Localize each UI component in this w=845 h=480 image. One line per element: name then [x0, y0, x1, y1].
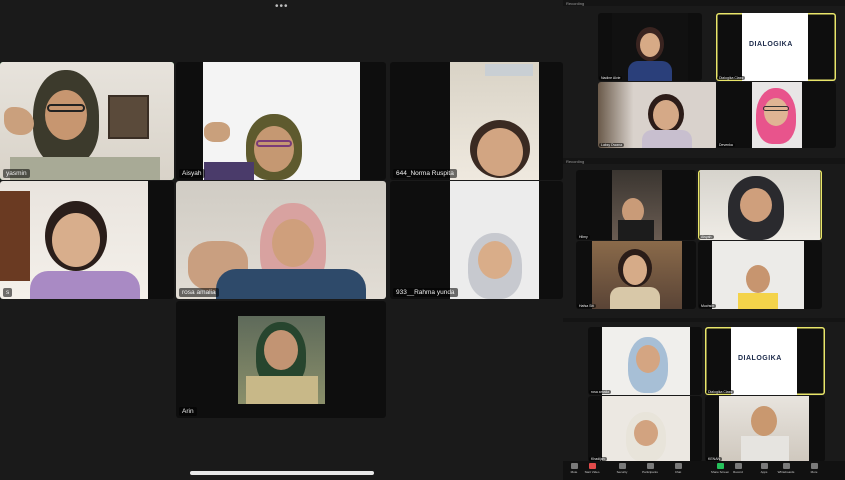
whiteboards-button[interactable]: Whiteboards [775, 463, 797, 474]
participant-tile[interactable]: Khadijah [588, 396, 702, 462]
camera-icon [588, 463, 596, 469]
participant-tile[interactable]: Hilmy [576, 170, 696, 240]
recording-label: Recording [566, 1, 585, 6]
people-icon [646, 463, 654, 469]
chat-icon [674, 463, 682, 469]
participant-name: Dialogika Class [706, 390, 735, 394]
participant-tile[interactable]: Devenka [716, 82, 836, 148]
participant-name: 644_Norma Ruspita [393, 169, 457, 178]
participant-name: s [3, 288, 13, 297]
participant-name: Arin [179, 407, 197, 416]
participant-tile[interactable]: s [0, 181, 174, 299]
participant-tile[interactable]: Aisyah [698, 170, 822, 240]
participant-name: Nadine Alvie [599, 76, 623, 80]
participant-name: Hilmy [577, 235, 590, 239]
participant-tile[interactable]: Hafsa Siti [576, 241, 696, 309]
participant-tile[interactable]: KENAN [705, 396, 825, 462]
participant-tile[interactable]: Laksy Dwana [598, 82, 718, 148]
participant-name: yasmin [3, 169, 30, 178]
share-screen-icon [716, 463, 724, 469]
security-button[interactable]: Security [611, 463, 633, 474]
participant-tile[interactable]: DIALOGIKA Dialogika Class [705, 327, 825, 395]
shield-icon [618, 463, 626, 469]
more-options-icon[interactable]: ••• [275, 1, 289, 12]
participant-tile[interactable]: rosa amalia [588, 327, 702, 395]
participants-button[interactable]: Participants [639, 463, 661, 474]
participant-name: Devenka [717, 143, 735, 147]
participant-tile[interactable]: 644_Norma Ruspita [390, 62, 563, 180]
participant-name: Muchsin [699, 304, 717, 308]
apps-button[interactable]: Apps [753, 463, 775, 474]
whiteboard-icon [782, 463, 790, 469]
participant-tile[interactable]: Arin [176, 301, 386, 418]
home-indicator [190, 471, 374, 475]
participant-name: Hafsa Siti [577, 304, 596, 308]
dialogika-logo: DIALOGIKA [749, 41, 793, 48]
participant-name: rosa amalia [589, 390, 612, 394]
more-icon [810, 463, 818, 469]
more-button[interactable]: More [803, 463, 825, 474]
participant-tile[interactable]: 933__Rahma yunda [390, 181, 563, 299]
panel-divider [563, 158, 845, 164]
meeting-toolbar: Mute Start Video Security Participants C… [563, 461, 845, 480]
participant-tile[interactable]: Nadine Alvie [598, 13, 702, 81]
start-video-button[interactable]: Start Video [581, 463, 603, 474]
participant-tile[interactable]: yasmin [0, 62, 174, 180]
participant-tile[interactable]: rosa amalia [176, 181, 386, 299]
panel-divider [563, 0, 845, 6]
participant-tile[interactable]: Muchsin [698, 241, 822, 309]
participant-name: rosa amalia [179, 288, 219, 297]
participant-tile[interactable]: Aisyah [176, 62, 386, 180]
participant-name: Laksy Dwana [599, 143, 625, 147]
microphone-icon [570, 463, 578, 469]
apps-icon [760, 463, 768, 469]
record-button[interactable]: Record [727, 463, 749, 474]
chat-button[interactable]: Chat [667, 463, 689, 474]
participant-tile[interactable]: DIALOGIKA Dialogika Class [716, 13, 836, 81]
participant-name: Aisyah [179, 169, 205, 178]
profile-picture [238, 316, 325, 404]
dialogika-logo: DIALOGIKA [738, 355, 782, 362]
record-icon [734, 463, 742, 469]
panel-divider [563, 318, 845, 322]
recording-label: Recording [566, 159, 585, 164]
participant-name: Dialogika Class [717, 76, 746, 80]
participant-name: 933__Rahma yunda [393, 288, 458, 297]
participant-name: Aisyah [699, 235, 714, 239]
